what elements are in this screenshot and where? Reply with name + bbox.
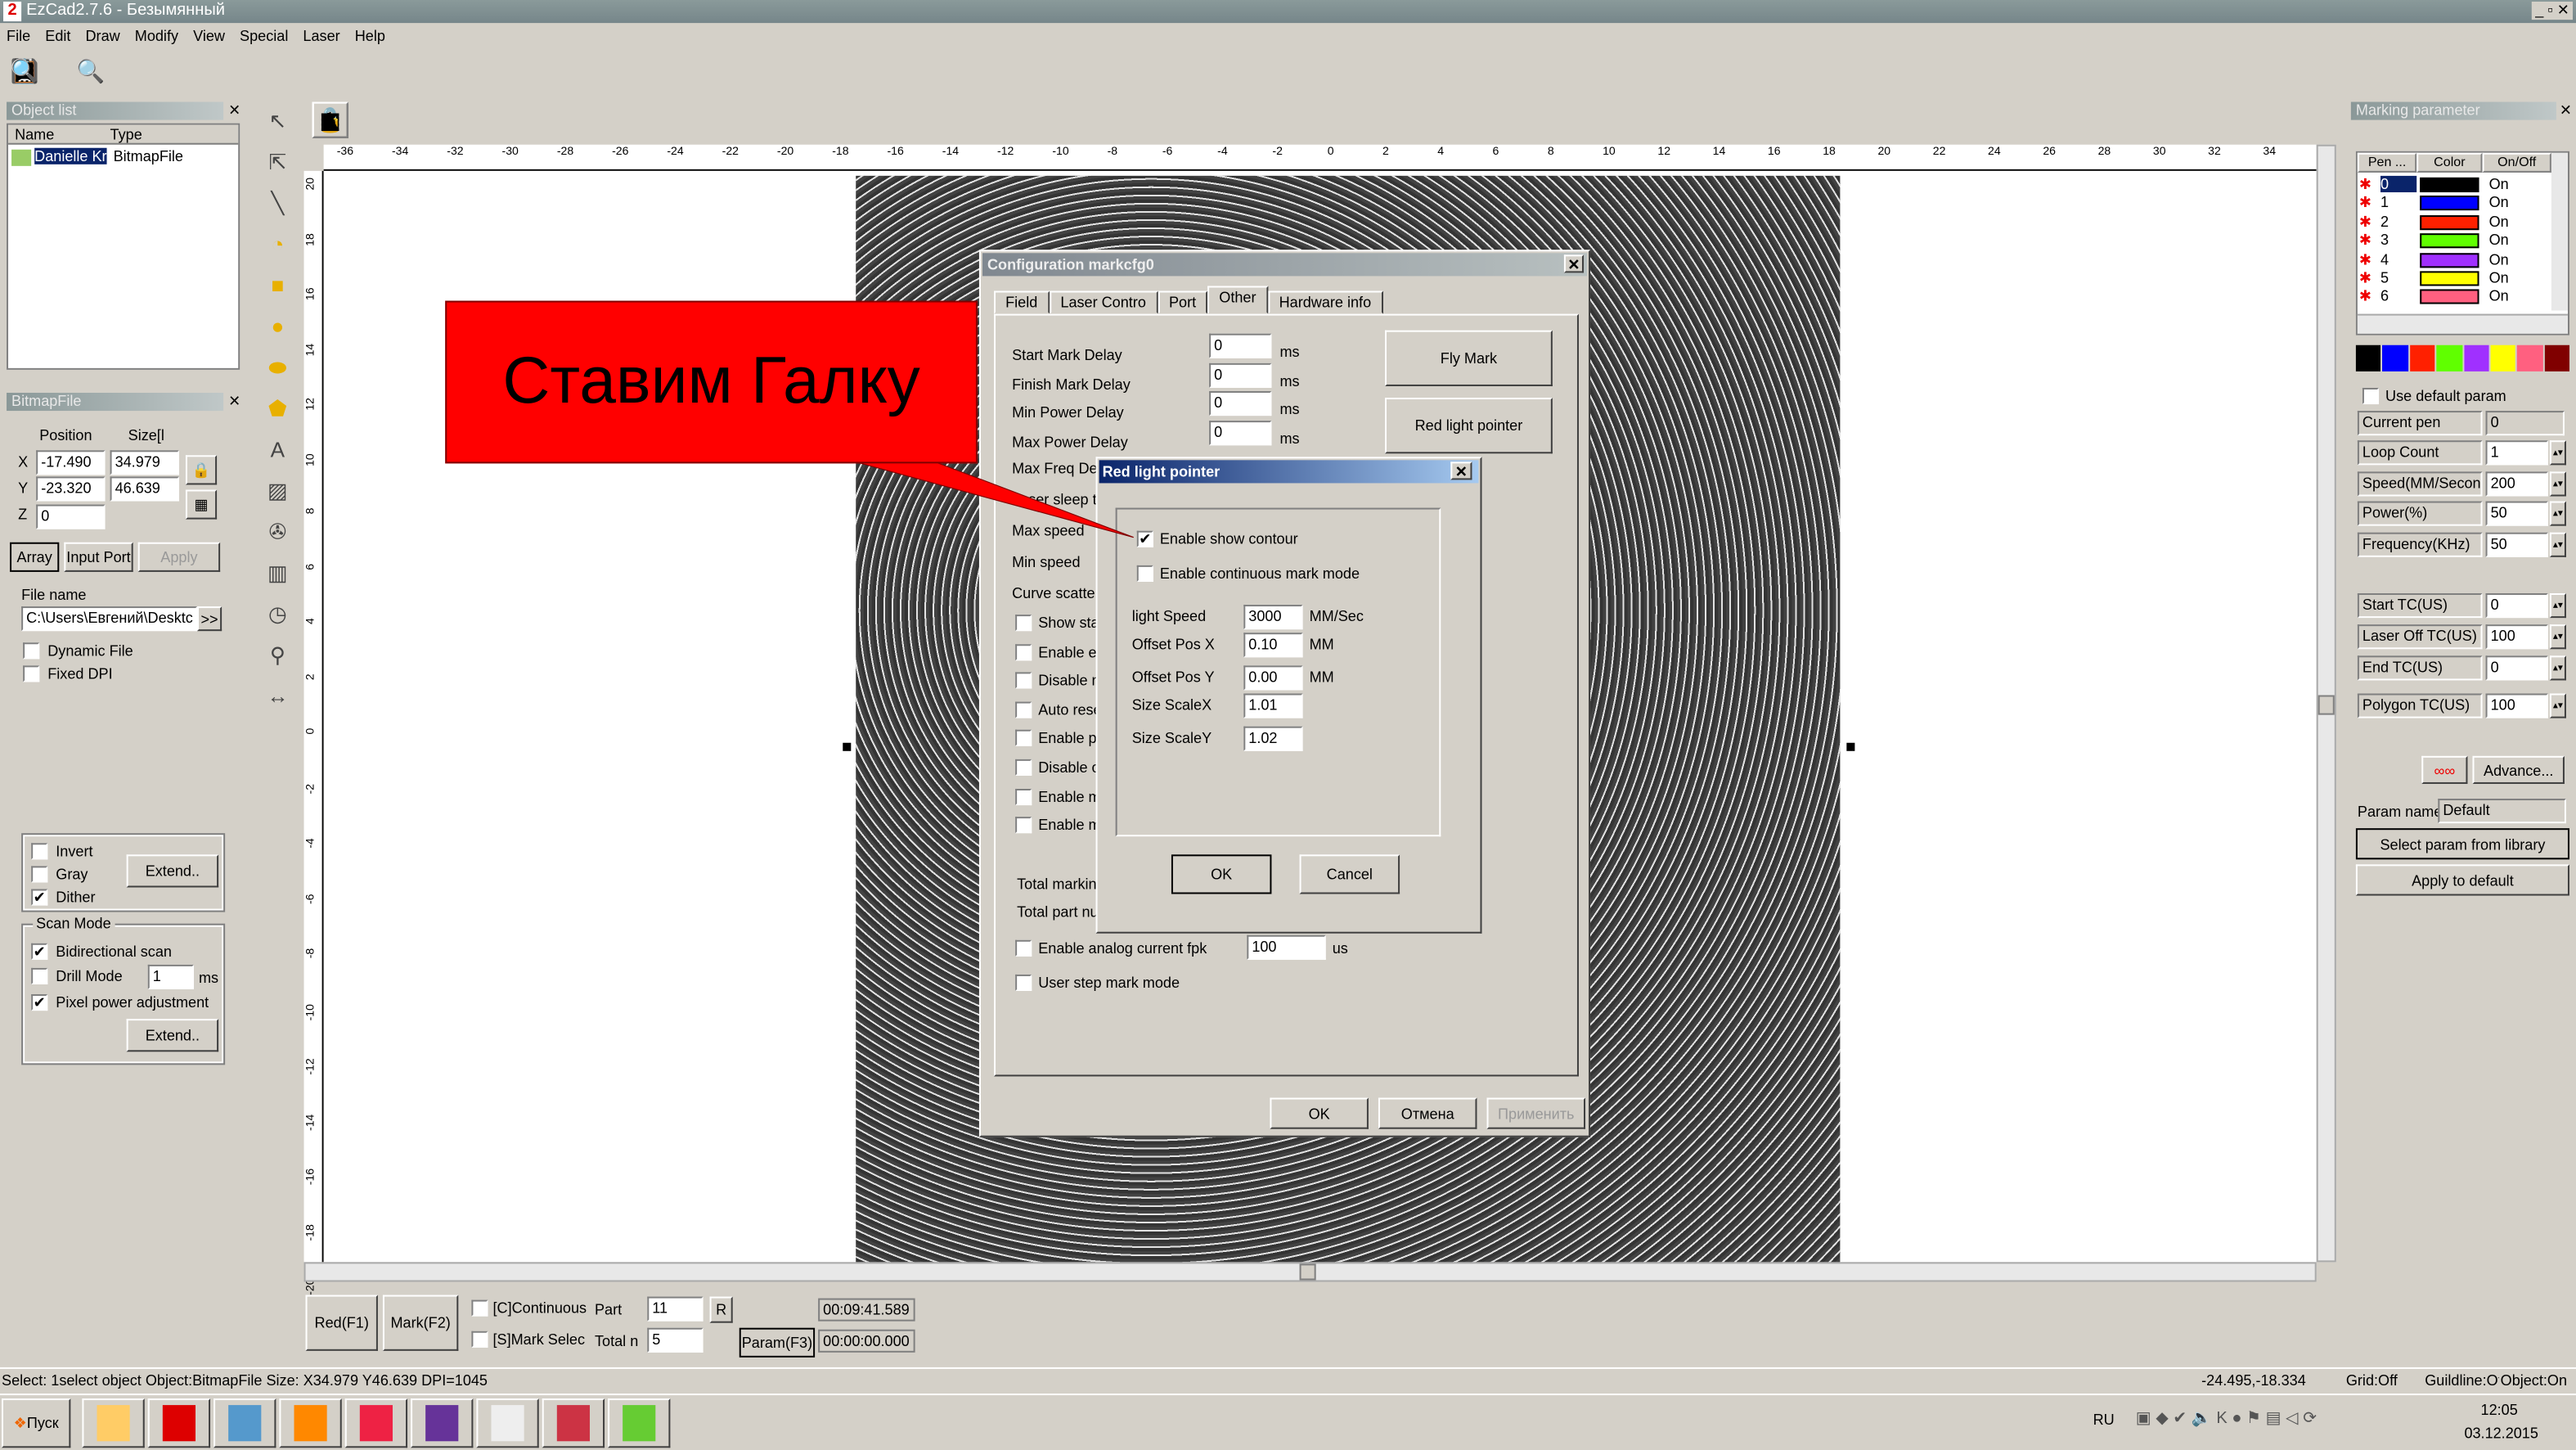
- callout-pointer: [788, 443, 1134, 538]
- ezcad-window: 2 EzCad2.7.6 - Безымянный _ ▫ ✕ File Edit…: [0, 0, 2576, 1450]
- callout-box: Ставим Галку: [445, 300, 978, 464]
- callout-text: Ставим Галку: [502, 344, 920, 418]
